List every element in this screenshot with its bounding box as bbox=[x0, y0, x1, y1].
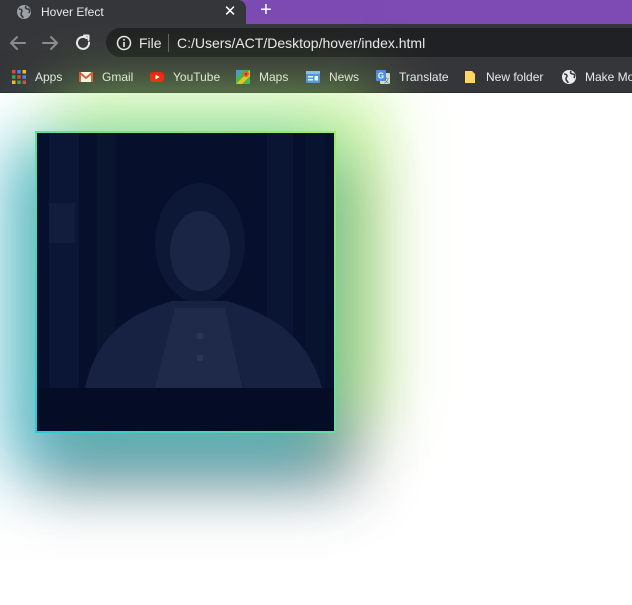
bookmark-label: News bbox=[329, 69, 360, 84]
bookmark-label: Translate bbox=[399, 69, 449, 84]
youtube-icon bbox=[150, 71, 164, 82]
bookmark-maps[interactable]: Maps bbox=[235, 61, 288, 92]
bookmark-label: Maps bbox=[259, 69, 289, 84]
arrow-left-icon[interactable] bbox=[8, 33, 28, 53]
url-text[interactable]: C:/Users/ACT/Desktop/hover/index.html bbox=[177, 35, 425, 51]
tab-title: Hover Efect bbox=[41, 5, 104, 19]
news-icon bbox=[306, 70, 320, 83]
bookmark-make-money[interactable]: Make Mo bbox=[561, 61, 632, 92]
close-tab-icon[interactable]: ✕ bbox=[222, 2, 238, 22]
tab-strip: Hover Efect ✕ + bbox=[0, 0, 632, 24]
bookmark-new-folder[interactable]: New folder bbox=[462, 61, 543, 92]
reload-icon[interactable] bbox=[73, 33, 93, 53]
bookmark-gmail[interactable]: Gmail bbox=[78, 61, 133, 92]
bookmark-youtube[interactable]: YouTube bbox=[149, 61, 220, 92]
bookmark-label: Apps bbox=[35, 69, 63, 84]
folder-icon bbox=[465, 70, 475, 83]
gmail-icon bbox=[78, 71, 94, 82]
scheme-label: File bbox=[139, 35, 162, 51]
bookmark-label: Gmail bbox=[102, 69, 134, 84]
info-icon[interactable] bbox=[116, 35, 132, 51]
maps-icon bbox=[236, 69, 250, 84]
bookmarks-bar: Apps Gmail YouTube Maps News G 文 Transla… bbox=[0, 61, 632, 93]
hover-card[interactable] bbox=[35, 131, 336, 433]
bookmark-apps[interactable]: Apps bbox=[11, 61, 62, 92]
svg-text:文: 文 bbox=[383, 77, 389, 85]
apps-grid-icon bbox=[12, 69, 26, 84]
bookmark-label: Make Mo bbox=[585, 69, 632, 84]
address-bar[interactable]: File C:/Users/ACT/Desktop/hover/index.ht… bbox=[106, 28, 632, 57]
bookmark-label: New folder bbox=[486, 69, 544, 84]
bookmark-translate[interactable]: G 文 Translate bbox=[375, 61, 449, 92]
bookmark-label: YouTube bbox=[173, 69, 221, 84]
toolbar: File C:/Users/ACT/Desktop/hover/index.ht… bbox=[0, 24, 632, 61]
globe-icon bbox=[562, 69, 576, 84]
bookmark-news[interactable]: News bbox=[305, 61, 359, 92]
globe-icon bbox=[17, 5, 31, 19]
active-tab[interactable]: Hover Efect ✕ bbox=[0, 0, 246, 24]
new-tab-button[interactable]: + bbox=[256, 0, 276, 22]
arrow-right-icon[interactable] bbox=[40, 33, 60, 53]
omnibox-divider bbox=[168, 34, 169, 52]
portrait-image bbox=[37, 133, 334, 431]
translate-icon: G 文 bbox=[376, 69, 390, 85]
